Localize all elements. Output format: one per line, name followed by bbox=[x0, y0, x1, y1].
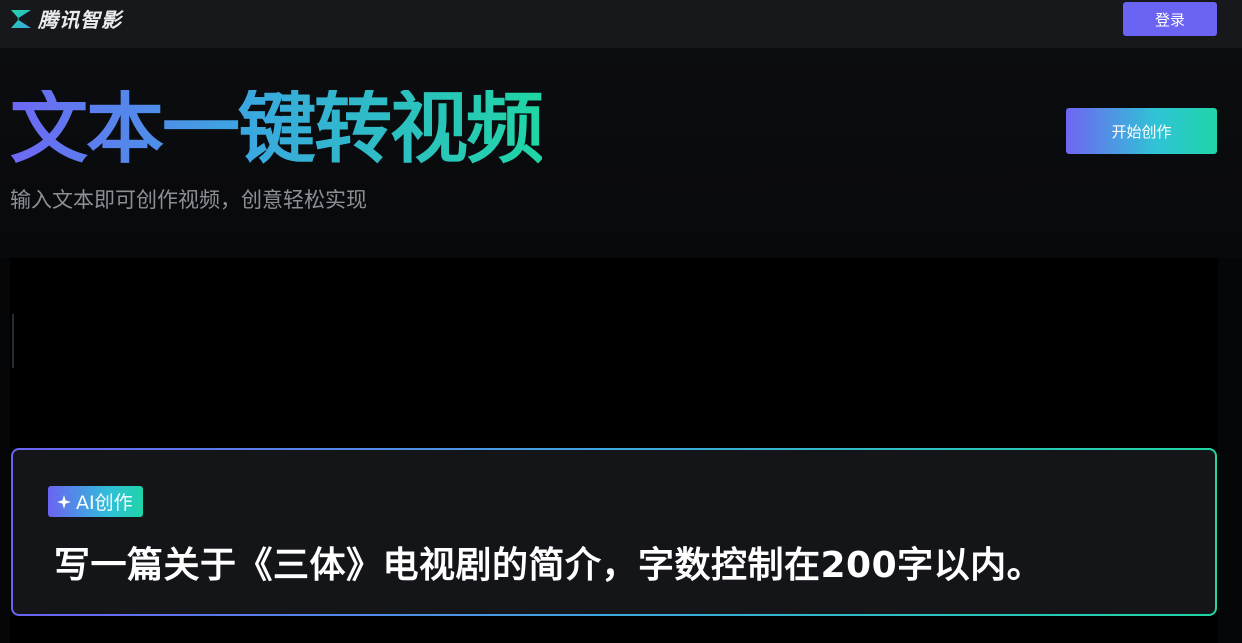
tencent-zhiying-logo-icon bbox=[11, 9, 31, 28]
page-title: 文本一键转视频 bbox=[10, 84, 544, 174]
ai-prompt-card[interactable]: AI创作 写一篇关于《三体》电视剧的简介，字数控制在200字以内。 bbox=[11, 448, 1217, 616]
hero-section: 文本一键转视频 输入文本即可创作视频，创意轻松实现 开始创作 bbox=[0, 48, 1242, 258]
start-create-button[interactable]: 开始创作 bbox=[1066, 108, 1217, 154]
sparkle-icon bbox=[57, 494, 71, 509]
ai-create-badge: AI创作 bbox=[48, 486, 143, 517]
brand-name: 腾讯智影 bbox=[38, 8, 122, 32]
login-button[interactable]: 登录 bbox=[1123, 2, 1217, 36]
ai-create-badge-label: AI创作 bbox=[76, 492, 133, 514]
ai-prompt-card-body: AI创作 写一篇关于《三体》电视剧的简介，字数控制在200字以内。 bbox=[13, 450, 1215, 614]
page-subtitle: 输入文本即可创作视频，创意轻松实现 bbox=[10, 188, 367, 212]
prompt-text: 写一篇关于《三体》电视剧的简介，字数控制在200字以内。 bbox=[54, 545, 1044, 586]
text-caret bbox=[12, 314, 14, 368]
top-bar: 腾讯智影 登录 bbox=[0, 0, 1242, 48]
brand-logo[interactable]: 腾讯智影 bbox=[10, 4, 122, 33]
